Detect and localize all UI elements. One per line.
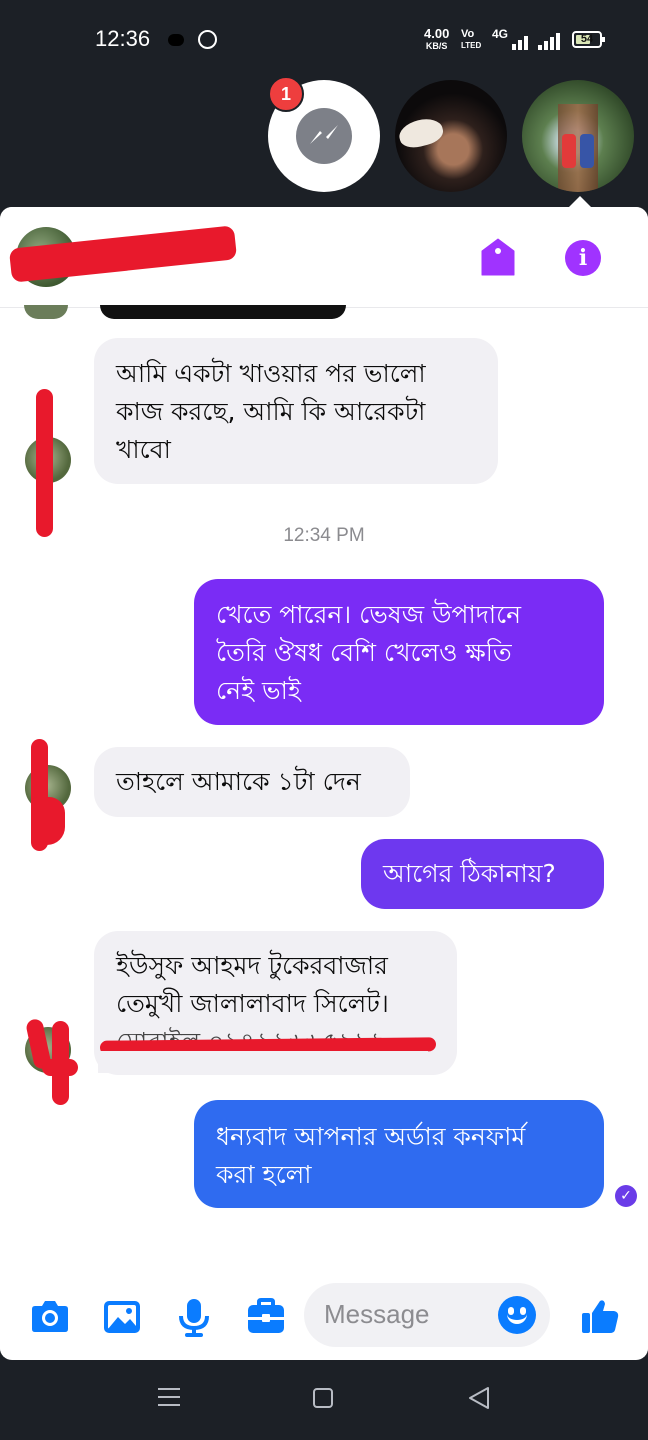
network-type: 4G bbox=[492, 27, 509, 41]
back-button[interactable] bbox=[466, 1386, 492, 1410]
network-speed: 4.00 KB/S bbox=[424, 26, 450, 51]
messenger-icon bbox=[296, 108, 352, 164]
home-button[interactable] bbox=[313, 1388, 333, 1408]
microphone-icon[interactable] bbox=[172, 1295, 216, 1339]
avatar bbox=[24, 305, 68, 319]
signal-icon bbox=[538, 30, 562, 50]
seen-check-icon: ✓ bbox=[615, 1185, 637, 1207]
redaction-mark bbox=[98, 1051, 428, 1073]
redaction-mark bbox=[52, 1021, 69, 1105]
emoji-icon[interactable] bbox=[498, 1296, 536, 1334]
messenger-notification-icon bbox=[198, 30, 217, 49]
outgoing-message[interactable]: আগের ঠিকানায়? bbox=[361, 839, 604, 909]
sticker-message[interactable] bbox=[100, 305, 346, 319]
signal-icon bbox=[512, 30, 536, 50]
redaction-mark bbox=[31, 797, 65, 845]
outgoing-message[interactable]: খেতে পারেন। ভেষজ উপাদানে তৈরি ঔষধ বেশি খ… bbox=[194, 579, 604, 725]
contact-chat-head[interactable] bbox=[395, 80, 507, 192]
message-timestamp: 12:34 PM bbox=[283, 525, 365, 546]
status-bar: 12:36 4.00 KB/S Vo LTED 4G 54 bbox=[0, 0, 648, 80]
incoming-message[interactable]: তাহলে আমাকে ১টা দেন bbox=[94, 747, 410, 817]
outgoing-message[interactable]: ধন্যবাদ আপনার অর্ডার কনফার্ম করা হলো bbox=[194, 1100, 604, 1208]
incoming-message[interactable]: আমি একটা খাওয়ার পর ভালো কাজ করছে, আমি ক… bbox=[94, 338, 498, 484]
chat-panel: MD i আমি একটা খাওয়ার পর ভালো কাজ করছে, … bbox=[0, 207, 648, 1360]
notification-dot-icon bbox=[168, 34, 184, 46]
avatar-cap bbox=[396, 115, 446, 151]
info-button[interactable]: i bbox=[565, 240, 601, 276]
image-icon[interactable] bbox=[100, 1295, 144, 1339]
active-chat-head[interactable] bbox=[522, 80, 634, 192]
message-placeholder: Message bbox=[324, 1299, 430, 1329]
chat-header: MD i bbox=[0, 207, 648, 308]
status-time: 12:36 bbox=[95, 26, 151, 51]
message-composer: Message bbox=[0, 1277, 648, 1357]
briefcase-icon[interactable] bbox=[244, 1295, 288, 1339]
notification-badge: 1 bbox=[268, 76, 304, 112]
active-chat-pointer bbox=[569, 196, 591, 207]
volte-indicator: Vo LTED bbox=[461, 28, 482, 51]
redaction-mark bbox=[36, 389, 53, 537]
thumbs-up-icon[interactable] bbox=[578, 1295, 622, 1339]
recent-apps-button[interactable] bbox=[158, 1388, 180, 1406]
chat-heads: 1 bbox=[0, 76, 648, 206]
battery-icon: 54 bbox=[572, 31, 605, 48]
system-navigation-bar bbox=[0, 1360, 648, 1440]
message-input[interactable]: Message bbox=[304, 1283, 550, 1347]
tag-icon[interactable] bbox=[480, 237, 516, 277]
camera-icon[interactable] bbox=[28, 1295, 72, 1339]
